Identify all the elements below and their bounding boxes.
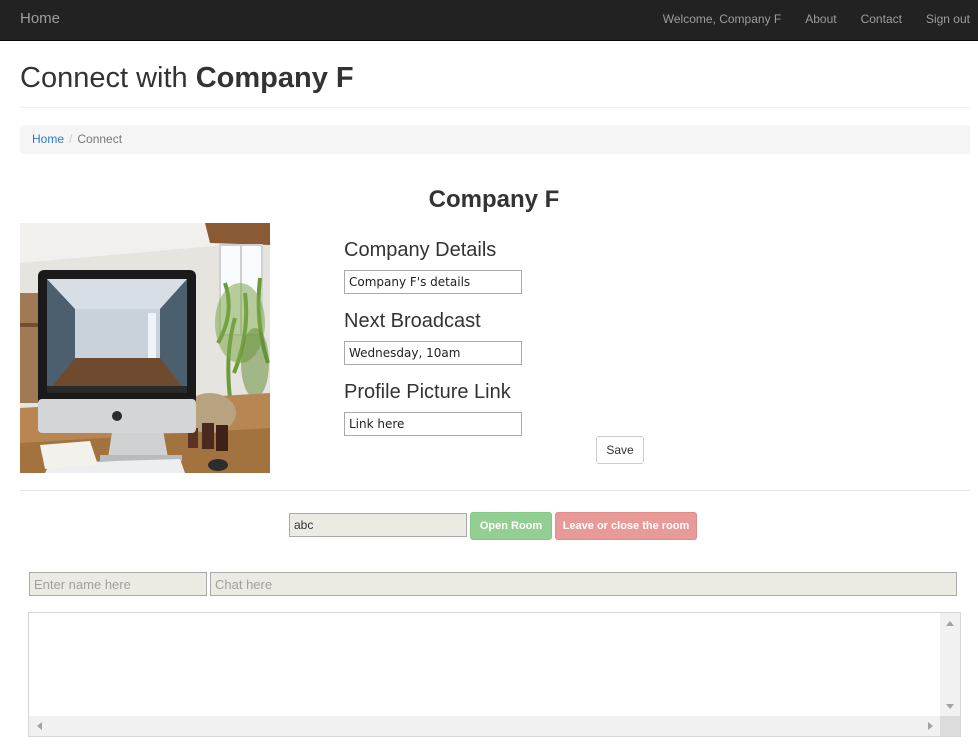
company-details-label: Company Details bbox=[344, 239, 497, 261]
chat-name-input[interactable] bbox=[29, 572, 207, 596]
breadcrumb-home-link[interactable]: Home bbox=[32, 132, 64, 146]
page-title: Connect with Company F bbox=[20, 62, 354, 95]
profile-picture-link-label: Profile Picture Link bbox=[344, 381, 511, 403]
profile-picture bbox=[20, 223, 270, 473]
section-divider bbox=[20, 490, 970, 491]
save-button[interactable]: Save bbox=[596, 436, 644, 464]
vertical-scrollbar[interactable] bbox=[940, 613, 960, 717]
breadcrumb-current: Connect bbox=[77, 132, 123, 146]
nav-signout-link[interactable]: Sign out bbox=[926, 12, 970, 26]
scroll-up-icon[interactable] bbox=[946, 621, 954, 626]
room-id-input[interactable] bbox=[289, 513, 467, 537]
next-broadcast-input[interactable] bbox=[344, 341, 522, 365]
nav-contact-link[interactable]: Contact bbox=[861, 12, 902, 26]
nav-about-link[interactable]: About bbox=[805, 12, 836, 26]
breadcrumb: Home / Connect bbox=[20, 125, 970, 154]
next-broadcast-label: Next Broadcast bbox=[344, 310, 481, 332]
scrollbar-corner bbox=[940, 716, 960, 736]
nav-welcome-link[interactable]: Welcome, Company F bbox=[663, 12, 781, 26]
leave-room-button[interactable]: Leave or close the room bbox=[555, 512, 697, 540]
company-details-input[interactable] bbox=[344, 270, 522, 294]
chat-log[interactable] bbox=[28, 612, 961, 737]
profile-picture-link-input[interactable] bbox=[344, 412, 522, 436]
nav-brand-home-link[interactable]: Home bbox=[20, 10, 60, 27]
breadcrumb-separator: / bbox=[69, 132, 73, 146]
horizontal-scrollbar[interactable] bbox=[29, 716, 941, 736]
company-name-heading: Company F bbox=[428, 186, 560, 213]
heading-divider bbox=[20, 107, 970, 108]
page-title-company: Company F bbox=[195, 62, 354, 94]
profile-picture-image bbox=[20, 223, 270, 473]
scroll-right-icon[interactable] bbox=[928, 722, 933, 730]
navbar: Home Welcome, Company F About Contact Si… bbox=[0, 0, 978, 41]
page-title-prefix: Connect with bbox=[20, 62, 188, 94]
nav-right-menu: Welcome, Company F About Contact Sign ou… bbox=[639, 12, 970, 26]
scroll-left-icon[interactable] bbox=[37, 722, 42, 730]
scroll-down-icon[interactable] bbox=[946, 704, 954, 709]
open-room-button[interactable]: Open Room bbox=[470, 512, 552, 540]
chat-message-input[interactable] bbox=[210, 572, 957, 596]
